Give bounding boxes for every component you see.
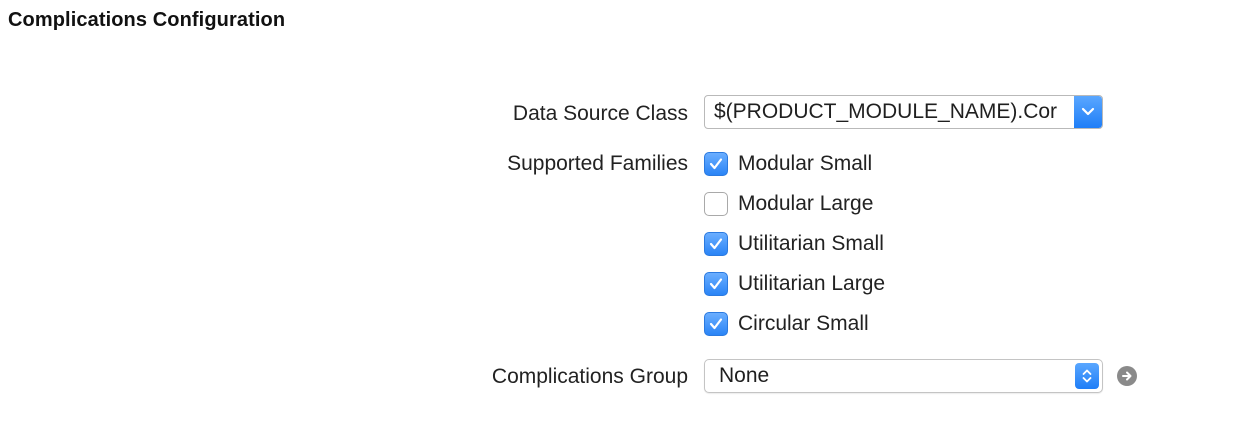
family-label: Modular Small: [738, 152, 873, 175]
data-source-class-combobox[interactable]: $(PRODUCT_MODULE_NAME).Cor: [704, 95, 1103, 129]
checkbox-unchecked[interactable]: [704, 192, 728, 216]
supported-families-label: Supported Families: [507, 152, 688, 175]
family-label: Utilitarian Small: [738, 232, 884, 255]
arrow-right-circle-icon[interactable]: [1117, 366, 1137, 386]
checkbox-checked[interactable]: [704, 272, 728, 296]
family-label: Utilitarian Large: [738, 272, 886, 295]
family-label: Circular Small: [738, 312, 869, 335]
checkbox-checked[interactable]: [704, 312, 728, 336]
family-utilitarian-small[interactable]: Utilitarian Small: [704, 231, 884, 257]
complications-group-popup[interactable]: None: [704, 359, 1103, 393]
checkbox-checked[interactable]: [704, 232, 728, 256]
family-label: Modular Large: [738, 192, 874, 215]
data-source-class-label: Data Source Class: [512, 102, 688, 125]
complications-group-value[interactable]: None: [719, 360, 769, 392]
complications-group-label: Complications Group: [491, 365, 688, 388]
family-circular-small[interactable]: Circular Small: [704, 311, 869, 337]
family-modular-small[interactable]: Modular Small: [704, 151, 872, 177]
section-title: Complications Configuration: [8, 9, 286, 31]
data-source-class-value[interactable]: $(PRODUCT_MODULE_NAME).Cor: [714, 96, 1072, 128]
family-utilitarian-large[interactable]: Utilitarian Large: [704, 271, 885, 297]
complications-configuration-panel: Complications Configuration Data Source …: [0, 0, 1260, 432]
checkbox-checked[interactable]: [704, 152, 728, 176]
chevron-down-icon[interactable]: [1074, 96, 1102, 128]
family-modular-large[interactable]: Modular Large: [704, 191, 873, 217]
up-down-arrows-icon[interactable]: [1075, 363, 1099, 389]
